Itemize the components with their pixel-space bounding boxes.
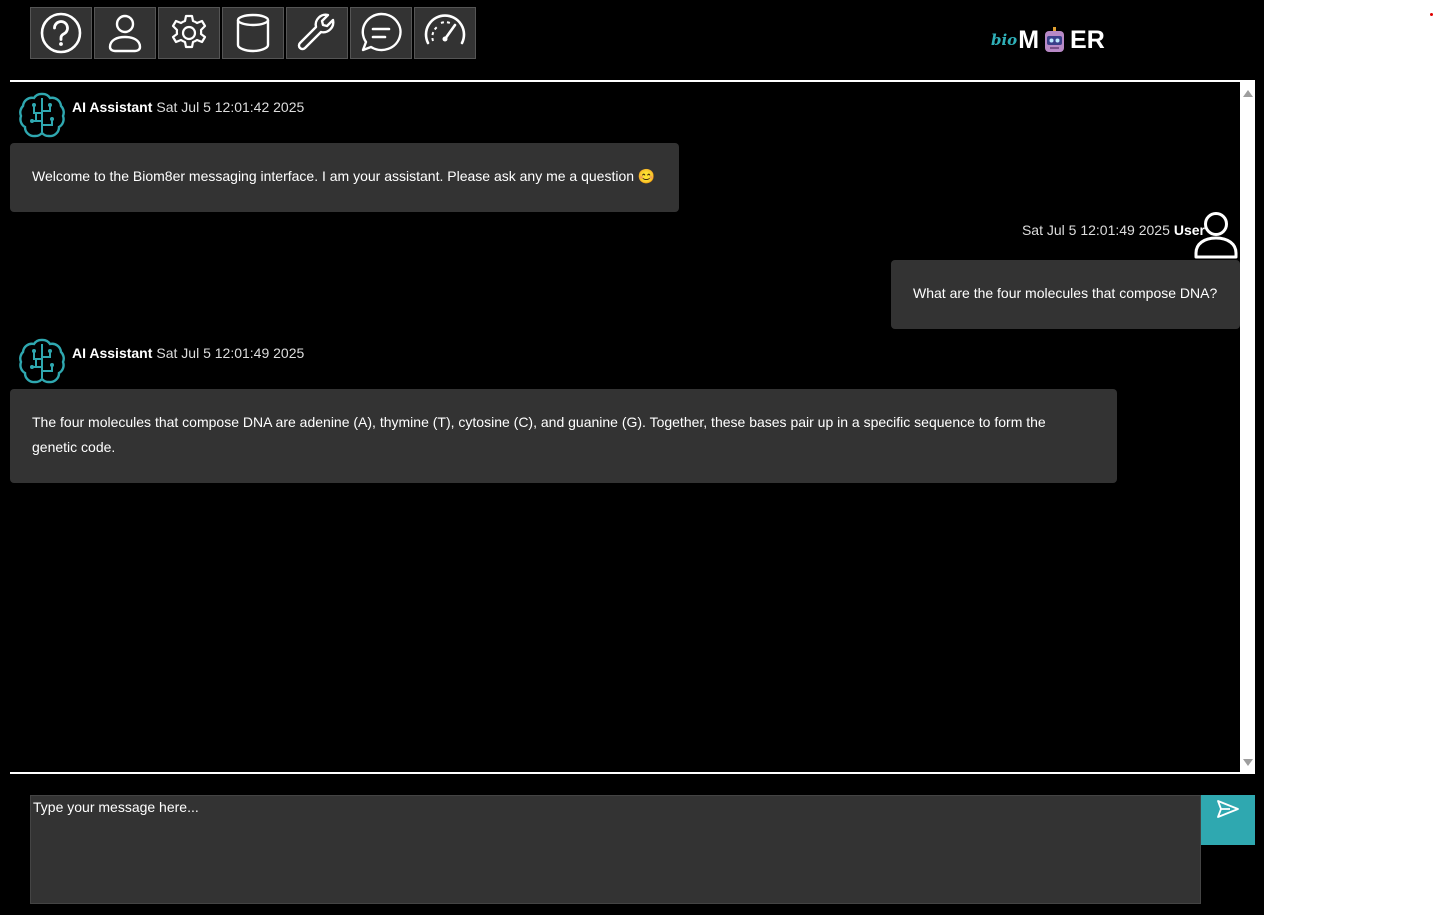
message-header: AI Assistant Sat Jul 5 12:01:49 2025 xyxy=(72,345,304,361)
ai-brain-icon xyxy=(19,338,65,384)
app-window: bio M ER AI Assistant Sat Jul 5 12:01:42… xyxy=(0,0,1264,915)
user-avatar-icon xyxy=(1194,212,1238,259)
gear-icon xyxy=(171,14,207,49)
database-icon xyxy=(236,13,270,53)
toolbar xyxy=(30,7,478,61)
logo-text-start: M xyxy=(1018,25,1040,54)
send-button[interactable] xyxy=(1201,795,1255,845)
message-timestamp: Sat Jul 5 12:01:42 2025 xyxy=(156,99,305,115)
message-bubble-ai: Welcome to the Biom8er messaging interfa… xyxy=(10,143,679,212)
settings-button[interactable] xyxy=(158,7,220,59)
dashboard-button[interactable] xyxy=(414,7,476,59)
message-header: Sat Jul 5 12:01:49 2025 User xyxy=(1022,222,1205,238)
scroll-up-arrow-icon[interactable] xyxy=(1243,90,1253,97)
app-logo: bio M ER xyxy=(991,24,1105,56)
help-icon xyxy=(40,12,82,54)
logo-prefix: bio xyxy=(991,31,1018,49)
chat-log[interactable]: AI Assistant Sat Jul 5 12:01:42 2025 Wel… xyxy=(10,80,1255,774)
message-timestamp: Sat Jul 5 12:01:49 2025 xyxy=(1021,222,1170,238)
robot-icon xyxy=(1045,26,1065,52)
status-dot xyxy=(1430,13,1433,16)
chat-scrollbar[interactable] xyxy=(1240,82,1255,772)
sender-name: AI Assistant xyxy=(72,345,153,361)
tools-button[interactable] xyxy=(286,7,348,59)
profile-button[interactable] xyxy=(94,7,156,59)
message-bubble-ai: The four molecules that compose DNA are … xyxy=(10,389,1117,483)
help-button[interactable] xyxy=(30,7,92,59)
chat-button[interactable] xyxy=(350,7,412,59)
message-header: AI Assistant Sat Jul 5 12:01:42 2025 xyxy=(72,99,304,115)
ai-brain-icon xyxy=(19,92,65,138)
chat-bubble-icon xyxy=(361,12,402,52)
message-bubble-user: What are the four molecules that compose… xyxy=(891,260,1240,329)
user-icon xyxy=(108,14,142,53)
send-icon xyxy=(1217,800,1239,818)
speedometer-icon xyxy=(424,14,466,45)
database-button[interactable] xyxy=(222,7,284,59)
scroll-down-arrow-icon[interactable] xyxy=(1243,759,1253,766)
wrench-icon xyxy=(297,13,335,51)
sender-name: AI Assistant xyxy=(72,99,153,115)
logo-text-end: ER xyxy=(1070,25,1105,54)
message-timestamp: Sat Jul 5 12:01:49 2025 xyxy=(156,345,305,361)
message-input[interactable] xyxy=(30,795,1201,904)
